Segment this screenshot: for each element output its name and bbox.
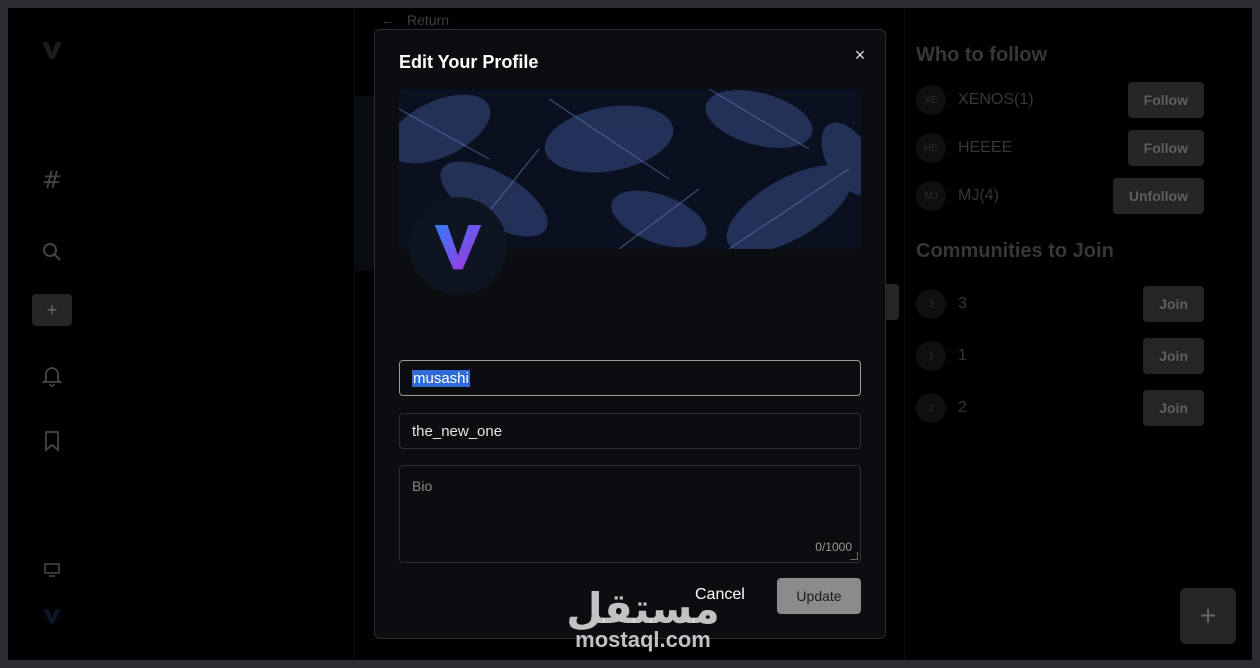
profile-avatar[interactable] (409, 197, 507, 295)
edit-profile-modal: Edit Your Profile × musashi the_new_one … (374, 29, 886, 639)
bio-placeholder: Bio (412, 478, 433, 494)
cancel-button[interactable]: Cancel (695, 586, 745, 604)
username-input[interactable]: the_new_one (399, 413, 861, 449)
update-button[interactable]: Update (777, 578, 861, 614)
bio-textarea[interactable]: Bio 0/1000 (399, 465, 861, 563)
display-name-value: musashi (412, 369, 470, 387)
resize-handle-icon[interactable] (850, 552, 858, 560)
modal-title: Edit Your Profile (399, 52, 539, 72)
app-window: # + ← Return Who to follow XE XENOS(1) (8, 8, 1252, 660)
display-name-input[interactable]: musashi (399, 360, 861, 396)
bio-char-count: 0/1000 (815, 540, 852, 554)
close-icon[interactable]: × (851, 45, 869, 65)
username-value: the_new_one (412, 422, 503, 440)
